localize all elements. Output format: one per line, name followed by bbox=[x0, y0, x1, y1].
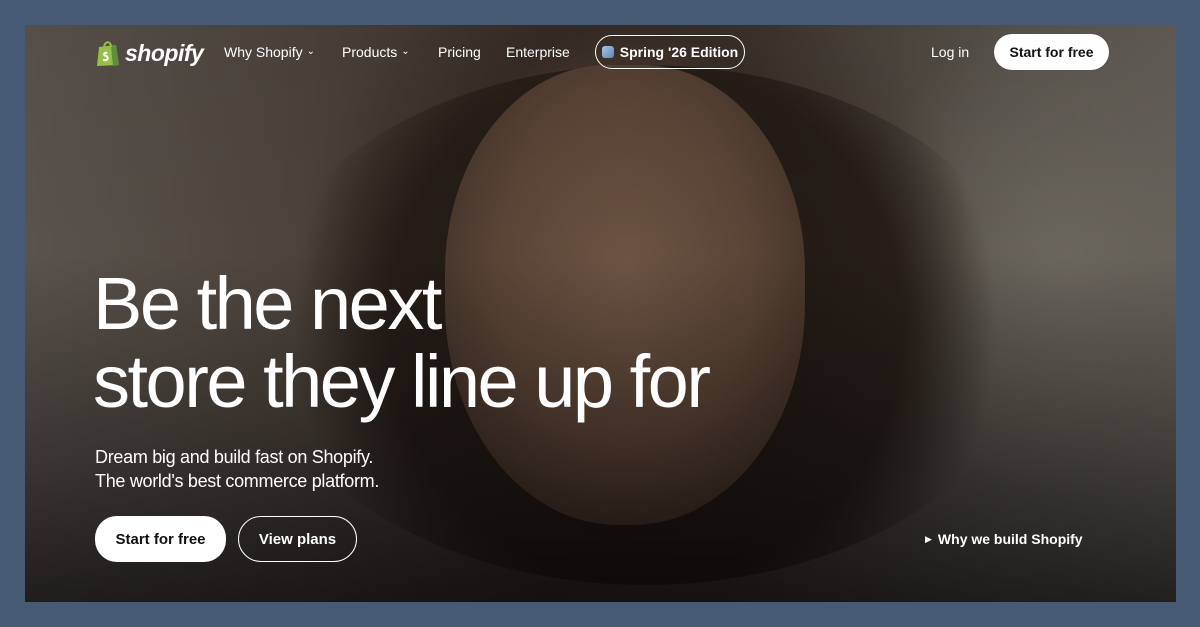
start-free-label: Start for free bbox=[115, 530, 206, 548]
subtitle-line-2: The world's best commerce platform. bbox=[95, 471, 380, 491]
edition-label: Spring '26 Edition bbox=[619, 44, 739, 60]
nav-item-label: Pricing bbox=[438, 44, 481, 60]
top-navigation: shopify Why Shopify ⌄ Products ⌄ Pricing… bbox=[25, 25, 1176, 81]
hero-frame: shopify Why Shopify ⌄ Products ⌄ Pricing… bbox=[25, 25, 1176, 602]
nav-item-why-shopify[interactable]: Why Shopify ⌄ bbox=[224, 44, 315, 60]
brand-name: shopify bbox=[125, 39, 204, 66]
view-plans-label: View plans bbox=[258, 530, 337, 548]
login-link[interactable]: Log in bbox=[931, 44, 969, 60]
hero-subtitle: Dream big and build fast on Shopify. The… bbox=[95, 445, 379, 493]
headline-line-2: store they line up for bbox=[93, 340, 711, 423]
chevron-down-icon: ⌄ bbox=[306, 46, 315, 57]
nav-item-label: Why Shopify bbox=[224, 44, 303, 60]
why-we-build-link[interactable]: ▶ Why we build Shopify bbox=[925, 531, 1083, 547]
edition-button[interactable]: Spring '26 Edition bbox=[595, 35, 745, 69]
shopify-logo[interactable]: shopify bbox=[95, 39, 204, 67]
nav-start-free-label: Start for free bbox=[1009, 44, 1094, 60]
why-we-build-label: Why we build Shopify bbox=[937, 531, 1083, 547]
view-plans-button[interactable]: View plans bbox=[238, 516, 357, 562]
chevron-down-icon: ⌄ bbox=[401, 46, 410, 57]
edition-icon bbox=[601, 46, 614, 58]
shopping-bag-icon bbox=[97, 41, 119, 66]
hero-headline: Be the next store they line up for bbox=[93, 262, 711, 423]
play-icon: ▶ bbox=[925, 533, 932, 544]
nav-item-label: Enterprise bbox=[506, 44, 570, 60]
nav-item-pricing[interactable]: Pricing bbox=[438, 44, 481, 60]
headline-line-1: Be the next bbox=[93, 262, 442, 345]
subtitle-line-1: Dream big and build fast on Shopify. bbox=[95, 447, 374, 467]
start-free-button[interactable]: Start for free bbox=[95, 516, 226, 562]
nav-item-products[interactable]: Products ⌄ bbox=[342, 44, 410, 60]
nav-start-free-button[interactable]: Start for free bbox=[994, 34, 1109, 70]
login-label: Log in bbox=[931, 44, 970, 60]
nav-item-label: Products bbox=[342, 44, 398, 60]
nav-item-enterprise[interactable]: Enterprise bbox=[506, 44, 570, 60]
